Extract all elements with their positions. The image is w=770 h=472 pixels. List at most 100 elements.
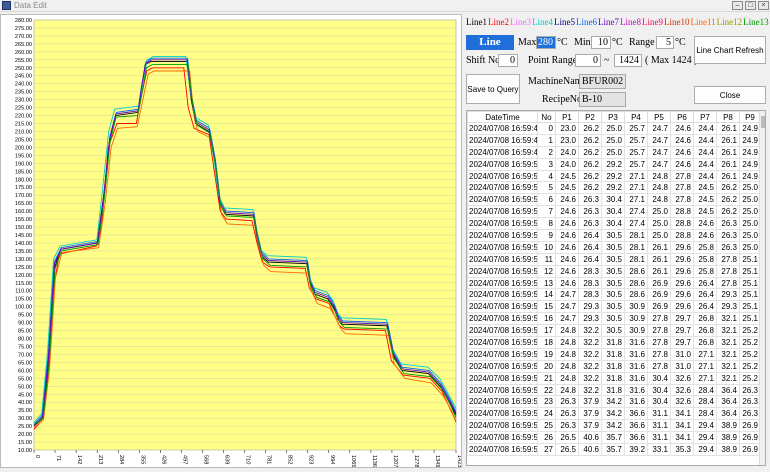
table-cell[interactable]: 24.5 — [555, 169, 579, 183]
max-input[interactable]: 280 — [536, 36, 556, 49]
table-cell[interactable]: 36.4 — [716, 407, 740, 421]
table-cell[interactable]: 30.4 — [647, 383, 671, 397]
table-cell[interactable]: 2024/07/08 16:59:49 — [467, 122, 538, 135]
table-cell[interactable]: 29.3 — [716, 300, 740, 314]
table-cell[interactable]: 33.1 — [647, 443, 671, 456]
table-cell[interactable]: 2024/07/08 16:59:54 — [467, 359, 538, 373]
table-cell[interactable]: 29.2 — [601, 169, 625, 183]
table-row[interactable]: 2024/07/08 16:59:53 15 24.7 29.3 30.5 30.9 26.… — [467, 300, 761, 314]
table-cell[interactable]: 17 — [537, 324, 556, 338]
table-cell[interactable]: 39.2 — [624, 443, 648, 456]
table-cell[interactable]: 26.9 — [647, 300, 671, 314]
table-cell[interactable]: 31.6 — [624, 383, 648, 397]
table-cell[interactable]: 2024/07/08 16:59:54 — [467, 383, 538, 397]
table-cell[interactable]: 30.9 — [624, 324, 648, 338]
table-cell[interactable]: 24.6 — [555, 193, 579, 207]
table-cell[interactable]: 24.7 — [555, 288, 579, 302]
table-cell[interactable]: 15 — [537, 300, 556, 314]
table-cell[interactable]: 32.2 — [578, 347, 602, 361]
column-header[interactable]: P5 — [647, 111, 671, 123]
table-row[interactable]: 2024/07/08 16:59:51 7 24.6 26.3 30.4 27.4 25.0… — [467, 205, 761, 219]
table-cell[interactable]: 37.9 — [578, 419, 602, 433]
table-cell[interactable]: 35.7 — [601, 431, 625, 445]
table-cell[interactable]: 2024/07/08 16:59:51 — [467, 205, 538, 219]
table-cell[interactable]: 30.9 — [624, 300, 648, 314]
table-cell[interactable]: 36.6 — [624, 419, 648, 433]
table-cell[interactable]: 31.6 — [624, 347, 648, 361]
table-cell[interactable]: 2024/07/08 16:59:55 — [467, 419, 538, 433]
column-header[interactable]: No — [537, 111, 556, 123]
table-cell[interactable]: 25.1 — [739, 264, 761, 278]
table-cell[interactable]: 2024/07/08 16:59:50 — [467, 157, 538, 171]
table-cell[interactable]: 2024/07/08 16:59:53 — [467, 300, 538, 314]
table-cell[interactable]: 29.3 — [716, 288, 740, 302]
table-cell[interactable]: 32.1 — [716, 324, 740, 338]
table-cell[interactable]: 27.8 — [647, 347, 671, 361]
table-cell[interactable]: 34.2 — [601, 407, 625, 421]
table-cell[interactable]: 30.5 — [601, 312, 625, 326]
table-cell[interactable]: 32.1 — [716, 336, 740, 349]
table-cell[interactable]: 24.8 — [647, 193, 671, 207]
table-cell[interactable]: 2024/07/08 16:59:52 — [467, 252, 538, 266]
table-row[interactable]: 2024/07/08 16:59:52 12 24.6 28.3 30.5 28.6 26.… — [467, 264, 761, 278]
table-cell[interactable]: 24.8 — [555, 359, 579, 373]
table-cell[interactable]: 32.1 — [716, 371, 740, 385]
table-cell[interactable]: 38.9 — [716, 443, 740, 456]
table-cell[interactable]: 2024/07/08 16:59:55 — [467, 407, 538, 421]
table-cell[interactable]: 26.1 — [647, 252, 671, 266]
table-row[interactable]: 2024/07/08 16:59:55 24 26.3 37.9 34.2 36.6 31.… — [467, 407, 761, 421]
table-cell[interactable]: 34.2 — [601, 395, 625, 409]
table-cell[interactable]: 24.6 — [693, 229, 717, 242]
table-cell[interactable]: 25 — [537, 419, 556, 433]
table-cell[interactable]: 26.9 — [647, 276, 671, 290]
table-cell[interactable]: 32.2 — [578, 324, 602, 338]
table-cell[interactable]: 26.9 — [739, 419, 761, 433]
table-cell[interactable]: 24.6 — [555, 252, 579, 266]
table-cell[interactable]: 2024/07/08 16:59:50 — [467, 169, 538, 183]
table-cell[interactable]: 26.4 — [693, 288, 717, 302]
table-cell[interactable]: 26.1 — [716, 145, 740, 159]
table-cell[interactable]: 25.2 — [739, 336, 761, 349]
table-cell[interactable]: 32.1 — [716, 359, 740, 373]
table-row[interactable]: 2024/07/08 16:59:52 11 24.6 26.4 30.5 28.1 26.… — [467, 252, 761, 266]
table-row[interactable]: 2024/07/08 16:59:49 0 23.0 26.2 25.0 25.7 24.7… — [467, 122, 761, 135]
table-cell[interactable]: 24.5 — [693, 193, 717, 207]
table-cell[interactable]: 24.6 — [555, 229, 579, 242]
table-cell[interactable]: 32.1 — [716, 312, 740, 326]
table-cell[interactable]: 24.6 — [670, 133, 694, 147]
table-cell[interactable]: 24.6 — [555, 276, 579, 290]
table-cell[interactable]: 29.2 — [601, 181, 625, 195]
table-cell[interactable]: 7 — [537, 205, 556, 219]
maximize-icon[interactable]: □ — [745, 1, 756, 10]
table-cell[interactable]: 31.8 — [601, 336, 625, 349]
table-cell[interactable]: 2024/07/08 16:59:50 — [467, 181, 538, 195]
table-cell[interactable]: 25.2 — [739, 347, 761, 361]
table-cell[interactable]: 34.1 — [670, 419, 694, 433]
table-cell[interactable]: 29.4 — [693, 419, 717, 433]
table-row[interactable]: 2024/07/08 16:59:54 22 24.8 32.2 31.8 31.6 30.… — [467, 383, 761, 397]
table-cell[interactable]: 25.0 — [647, 229, 671, 242]
table-cell[interactable]: 24.8 — [555, 324, 579, 338]
table-cell[interactable]: 26.3 — [555, 419, 579, 433]
table-cell[interactable]: 32.6 — [670, 395, 694, 409]
table-cell[interactable]: 28.4 — [693, 407, 717, 421]
table-cell[interactable]: 14 — [537, 288, 556, 302]
table-cell[interactable]: 27 — [537, 443, 556, 456]
table-cell[interactable]: 26.3 — [578, 217, 602, 231]
table-cell[interactable]: 2 — [537, 145, 556, 159]
table-cell[interactable]: 26.4 — [693, 300, 717, 314]
table-cell[interactable]: 29.6 — [670, 288, 694, 302]
table-cell[interactable]: 24.0 — [555, 145, 579, 159]
table-cell[interactable]: 38.9 — [716, 431, 740, 445]
table-cell[interactable]: 40.6 — [578, 443, 602, 456]
table-row[interactable]: 2024/07/08 16:59:51 8 24.6 26.3 30.4 27.4 25.0… — [467, 217, 761, 231]
table-cell[interactable]: 25.0 — [601, 145, 625, 159]
table-cell[interactable]: 25.8 — [693, 240, 717, 254]
table-cell[interactable]: 25.2 — [739, 359, 761, 373]
table-row[interactable]: 2024/07/08 16:59:50 3 24.0 26.2 29.2 25.7 24.7… — [467, 157, 761, 171]
table-cell[interactable]: 24.7 — [647, 122, 671, 135]
table-cell[interactable]: 31.6 — [624, 395, 648, 409]
table-row[interactable]: 2024/07/08 16:59:53 18 24.8 32.2 31.8 31.6 27.… — [467, 336, 761, 349]
table-cell[interactable]: 27.1 — [693, 371, 717, 385]
table-cell[interactable]: 29.7 — [670, 336, 694, 349]
